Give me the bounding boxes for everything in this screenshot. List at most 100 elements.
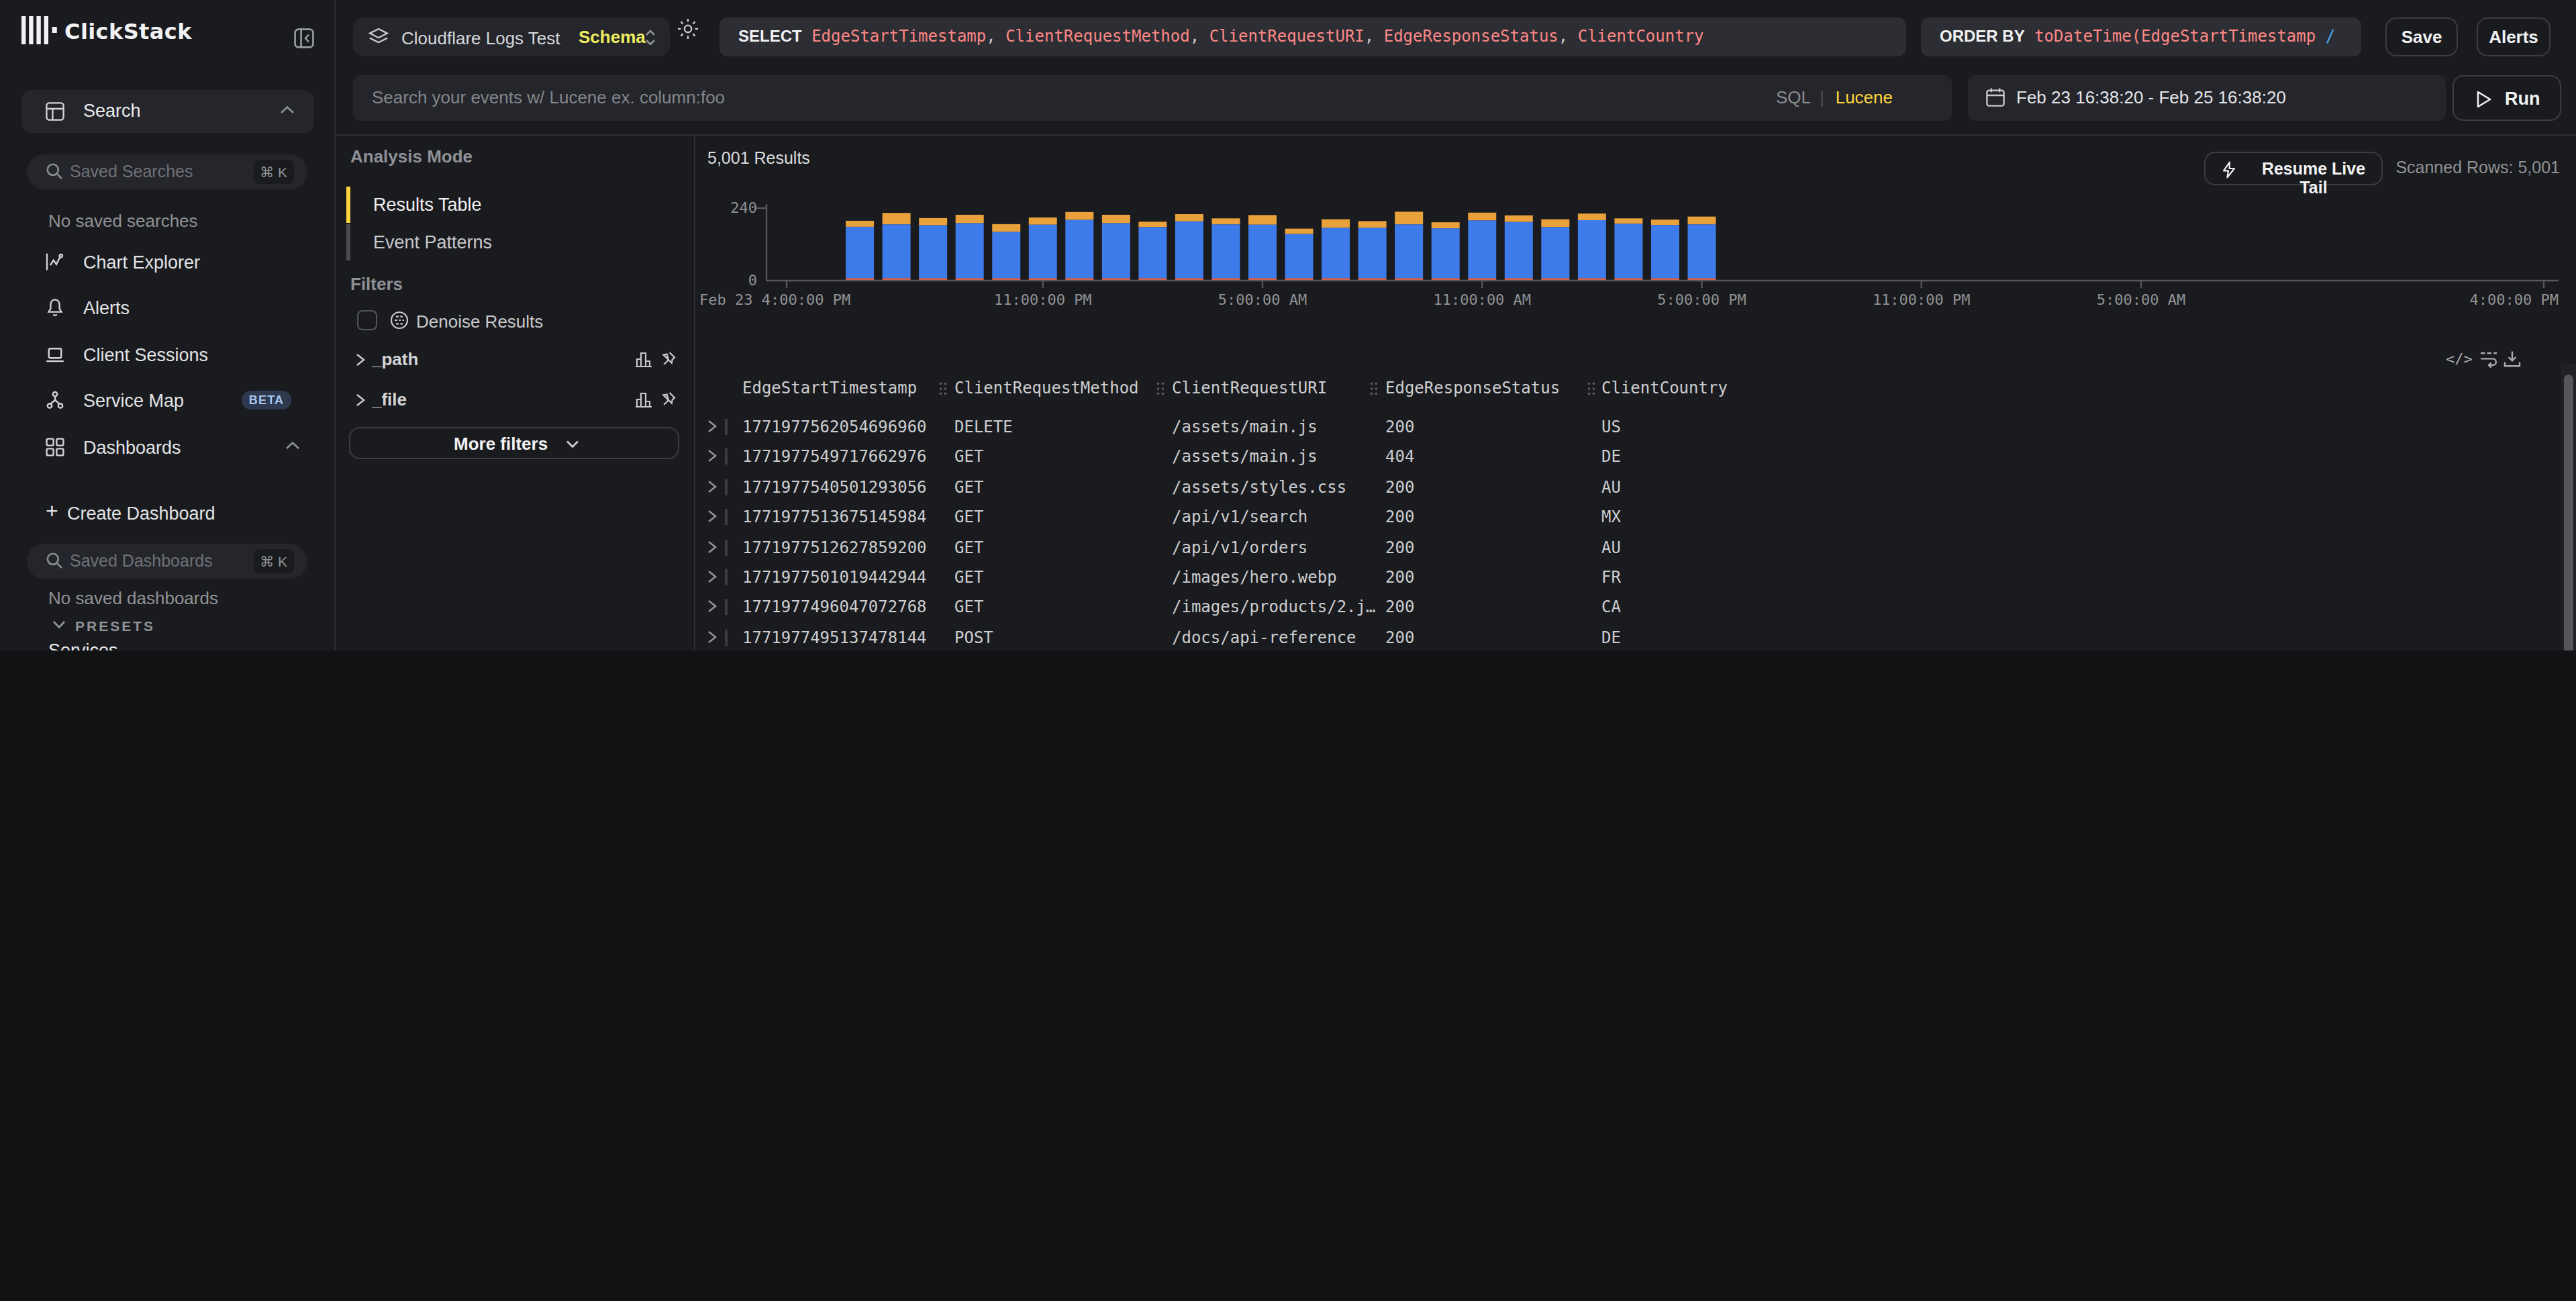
search-icon xyxy=(46,162,63,180)
cell: DE xyxy=(1601,448,1621,467)
filters-heading: Filters xyxy=(350,274,403,294)
cell: 1771977513675145984 xyxy=(742,508,927,526)
column-grip-icon[interactable] xyxy=(1369,381,1379,396)
table-row[interactable]: 1771977549717662976GET/assets/main.js404… xyxy=(695,442,2576,472)
more-filters-label: More filters xyxy=(454,434,548,454)
brand-name: ClickStack xyxy=(64,19,192,44)
row-grip xyxy=(725,479,727,495)
sidebar-item-services[interactable]: Services xyxy=(48,640,118,650)
saved-dashboards-input[interactable]: Saved Dashboards ⌘ K xyxy=(27,544,307,579)
column-header[interactable]: ClientCountry xyxy=(1601,379,1728,397)
table-row[interactable]: 1771977495137478144POST/docs/api-referen… xyxy=(695,623,2576,650)
run-button[interactable]: Run xyxy=(2453,75,2561,121)
expand-row-icon[interactable] xyxy=(706,569,718,584)
table-row[interactable]: 1771977513675145984GET/api/v1/search200M… xyxy=(695,502,2576,532)
expand-row-icon[interactable] xyxy=(706,419,718,434)
select-clause-input[interactable]: SELECT EdgeStartTimestamp, ClientRequest… xyxy=(720,17,1906,56)
results-histogram[interactable]: 2400Feb 23 4:00:00 PM11:00:00 PM5:00:00 … xyxy=(695,176,2576,317)
expand-row-icon[interactable] xyxy=(706,539,718,554)
saved-dashboards-placeholder: Saved Dashboards xyxy=(70,552,213,571)
sidebar-item-client-sessions[interactable]: Client Sessions xyxy=(0,337,336,372)
filters-panel: Analysis Mode Results Table Event Patter… xyxy=(336,136,695,650)
alerts-button[interactable]: Alerts xyxy=(2477,17,2550,56)
cell: GET xyxy=(954,448,983,467)
save-button[interactable]: Save xyxy=(2385,17,2458,56)
expand-row-icon[interactable] xyxy=(706,479,718,494)
comma: , xyxy=(986,27,1005,46)
date-range-input[interactable]: Feb 23 16:38:20 - Feb 25 16:38:20 xyxy=(1968,75,2446,121)
filter-field-file[interactable]: _file xyxy=(336,384,695,416)
expand-row-icon[interactable] xyxy=(706,509,718,524)
cell: DE xyxy=(1601,628,1621,647)
orderby-clause-input[interactable]: ORDER BY toDateTime(EdgeStartTimestamp / xyxy=(1921,17,2361,56)
language-sql[interactable]: SQL xyxy=(1776,87,1811,107)
cell: 1771977501019442944 xyxy=(742,568,927,587)
more-filters-button[interactable]: More filters xyxy=(349,427,679,459)
mode-event-patterns[interactable]: Event Patterns xyxy=(373,232,492,252)
column-grip-icon[interactable] xyxy=(938,381,948,396)
sidebar-item-label: Service Map xyxy=(83,391,184,411)
column-header[interactable]: EdgeResponseStatus xyxy=(1385,379,1560,397)
table-row[interactable]: 1771977501019442944GET/images/hero.webp2… xyxy=(695,563,2576,592)
chevron-up-icon xyxy=(279,105,295,115)
row-grip xyxy=(725,419,727,435)
mode-results-table[interactable]: Results Table xyxy=(373,195,482,215)
create-dashboard-button[interactable]: + Create Dashboard xyxy=(0,495,336,530)
download-icon[interactable] xyxy=(2504,350,2521,368)
select-column: EdgeStartTimestamp xyxy=(811,27,986,46)
sidebar-item-service-map[interactable]: Service Map BETA xyxy=(0,383,336,418)
expand-row-icon[interactable] xyxy=(706,449,718,464)
cell: /api/v1/search xyxy=(1172,508,1307,526)
search-placeholder: Search your events w/ Lucene ex. column:… xyxy=(372,87,725,107)
cell: AU xyxy=(1601,478,1621,497)
column-header[interactable]: ClientRequestMethod xyxy=(954,379,1139,397)
chevron-right-icon xyxy=(354,353,366,367)
column-grip-icon[interactable] xyxy=(1587,381,1596,396)
vertical-scrollbar[interactable] xyxy=(2561,364,2576,650)
cell: 200 xyxy=(1385,538,1414,557)
code-view-icon[interactable]: </> xyxy=(2446,350,2473,368)
table-row[interactable]: 1771977540501293056GET/assets/styles.css… xyxy=(695,473,2576,502)
expand-row-icon[interactable] xyxy=(706,599,718,614)
app-root: ClickStack Search Sa xyxy=(0,0,2576,650)
cell: MX xyxy=(1601,508,1621,526)
sidebar-item-search[interactable]: Search xyxy=(21,90,314,133)
filter-field-path[interactable]: _path xyxy=(336,344,695,376)
column-header[interactable]: EdgeStartTimestamp xyxy=(742,379,917,397)
cell: 1771977549717662976 xyxy=(742,448,927,467)
presets-section[interactable]: PRESETS xyxy=(51,616,67,635)
expand-row-icon[interactable] xyxy=(706,630,718,644)
column-grip-icon[interactable] xyxy=(1156,381,1165,396)
cell: US xyxy=(1601,418,1621,436)
schema-link[interactable]: Schema xyxy=(579,27,646,47)
sidebar-item-dashboards[interactable]: Dashboards xyxy=(0,430,336,465)
date-range-value: Feb 23 16:38:20 - Feb 25 16:38:20 xyxy=(2016,87,2286,107)
sidebar-collapse-icon[interactable] xyxy=(294,28,314,48)
saved-searches-input[interactable]: Saved Searches ⌘ K xyxy=(27,154,307,189)
results-count: 5,001 Results xyxy=(707,149,810,168)
table-row[interactable]: 1771977496047072768GET/images/products/2… xyxy=(695,593,2576,622)
source-name: Cloudflare Logs Test xyxy=(401,28,560,48)
scrollbar-thumb[interactable] xyxy=(2564,375,2573,650)
filter-field-label: _path xyxy=(372,349,418,369)
chart-icon xyxy=(635,391,652,408)
cell: DELETE xyxy=(954,418,1013,436)
search-input[interactable]: Search your events w/ Lucene ex. column:… xyxy=(353,75,1952,121)
denoise-checkbox[interactable] xyxy=(357,310,377,330)
column-header[interactable]: ClientRequestURI xyxy=(1172,379,1327,397)
cell: 404 xyxy=(1385,448,1414,467)
svg-text:Feb 23 4:00:00 PM: Feb 23 4:00:00 PM xyxy=(699,291,850,308)
table-row[interactable]: 1771977562054696960DELETE/assets/main.js… xyxy=(695,412,2576,442)
analysis-mode-heading: Analysis Mode xyxy=(350,146,473,166)
source-settings-button[interactable] xyxy=(677,17,714,55)
cell: 1771977562054696960 xyxy=(742,418,927,436)
table-row[interactable]: 1771977512627859200GET/api/v1/orders200A… xyxy=(695,532,2576,562)
layers-icon xyxy=(368,27,389,47)
wrap-lines-icon[interactable] xyxy=(2479,350,2498,368)
sidebar-item-chart-explorer[interactable]: Chart Explorer xyxy=(0,244,336,279)
sidebar-item-alerts[interactable]: Alerts xyxy=(0,290,336,325)
source-selector[interactable]: Cloudflare Logs Test Schema xyxy=(353,17,670,56)
row-grip xyxy=(725,630,727,646)
language-lucene[interactable]: Lucene xyxy=(1836,87,1893,107)
row-grip xyxy=(725,569,727,585)
